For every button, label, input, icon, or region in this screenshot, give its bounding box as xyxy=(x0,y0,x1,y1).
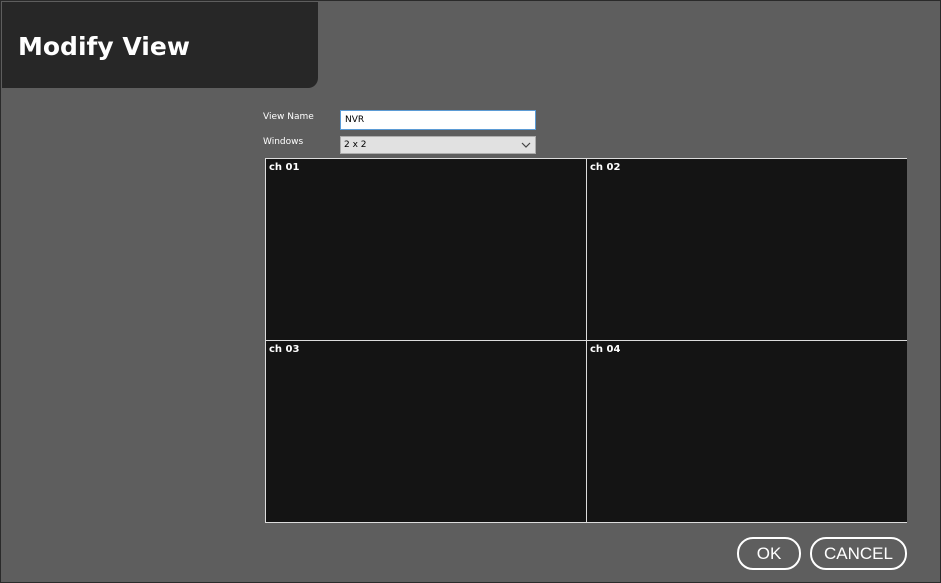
dialog-title: Modify View xyxy=(18,32,190,61)
modify-view-dialog: Modify View View Name Windows 2 x 2 ch 0… xyxy=(0,0,941,583)
title-panel: Modify View xyxy=(2,2,318,88)
channel-cell[interactable]: ch 01 xyxy=(266,159,586,340)
cancel-button[interactable]: CANCEL xyxy=(810,537,907,570)
channel-label: ch 04 xyxy=(590,344,621,355)
view-name-input[interactable] xyxy=(340,110,536,130)
view-name-label: View Name xyxy=(263,112,314,122)
view-layout-grid: ch 01 ch 02 ch 03 ch 04 xyxy=(265,158,907,523)
ok-button[interactable]: OK xyxy=(737,537,801,570)
channel-label: ch 03 xyxy=(269,344,300,355)
windows-select-value: 2 x 2 xyxy=(344,140,367,150)
windows-label: Windows xyxy=(263,137,304,147)
windows-select[interactable]: 2 x 2 xyxy=(340,136,536,154)
channel-cell[interactable]: ch 02 xyxy=(587,159,907,340)
channel-label: ch 02 xyxy=(590,162,621,173)
channel-label: ch 01 xyxy=(269,162,300,173)
channel-cell[interactable]: ch 03 xyxy=(266,341,586,522)
chevron-down-icon xyxy=(521,139,531,151)
channel-cell[interactable]: ch 04 xyxy=(587,341,907,522)
